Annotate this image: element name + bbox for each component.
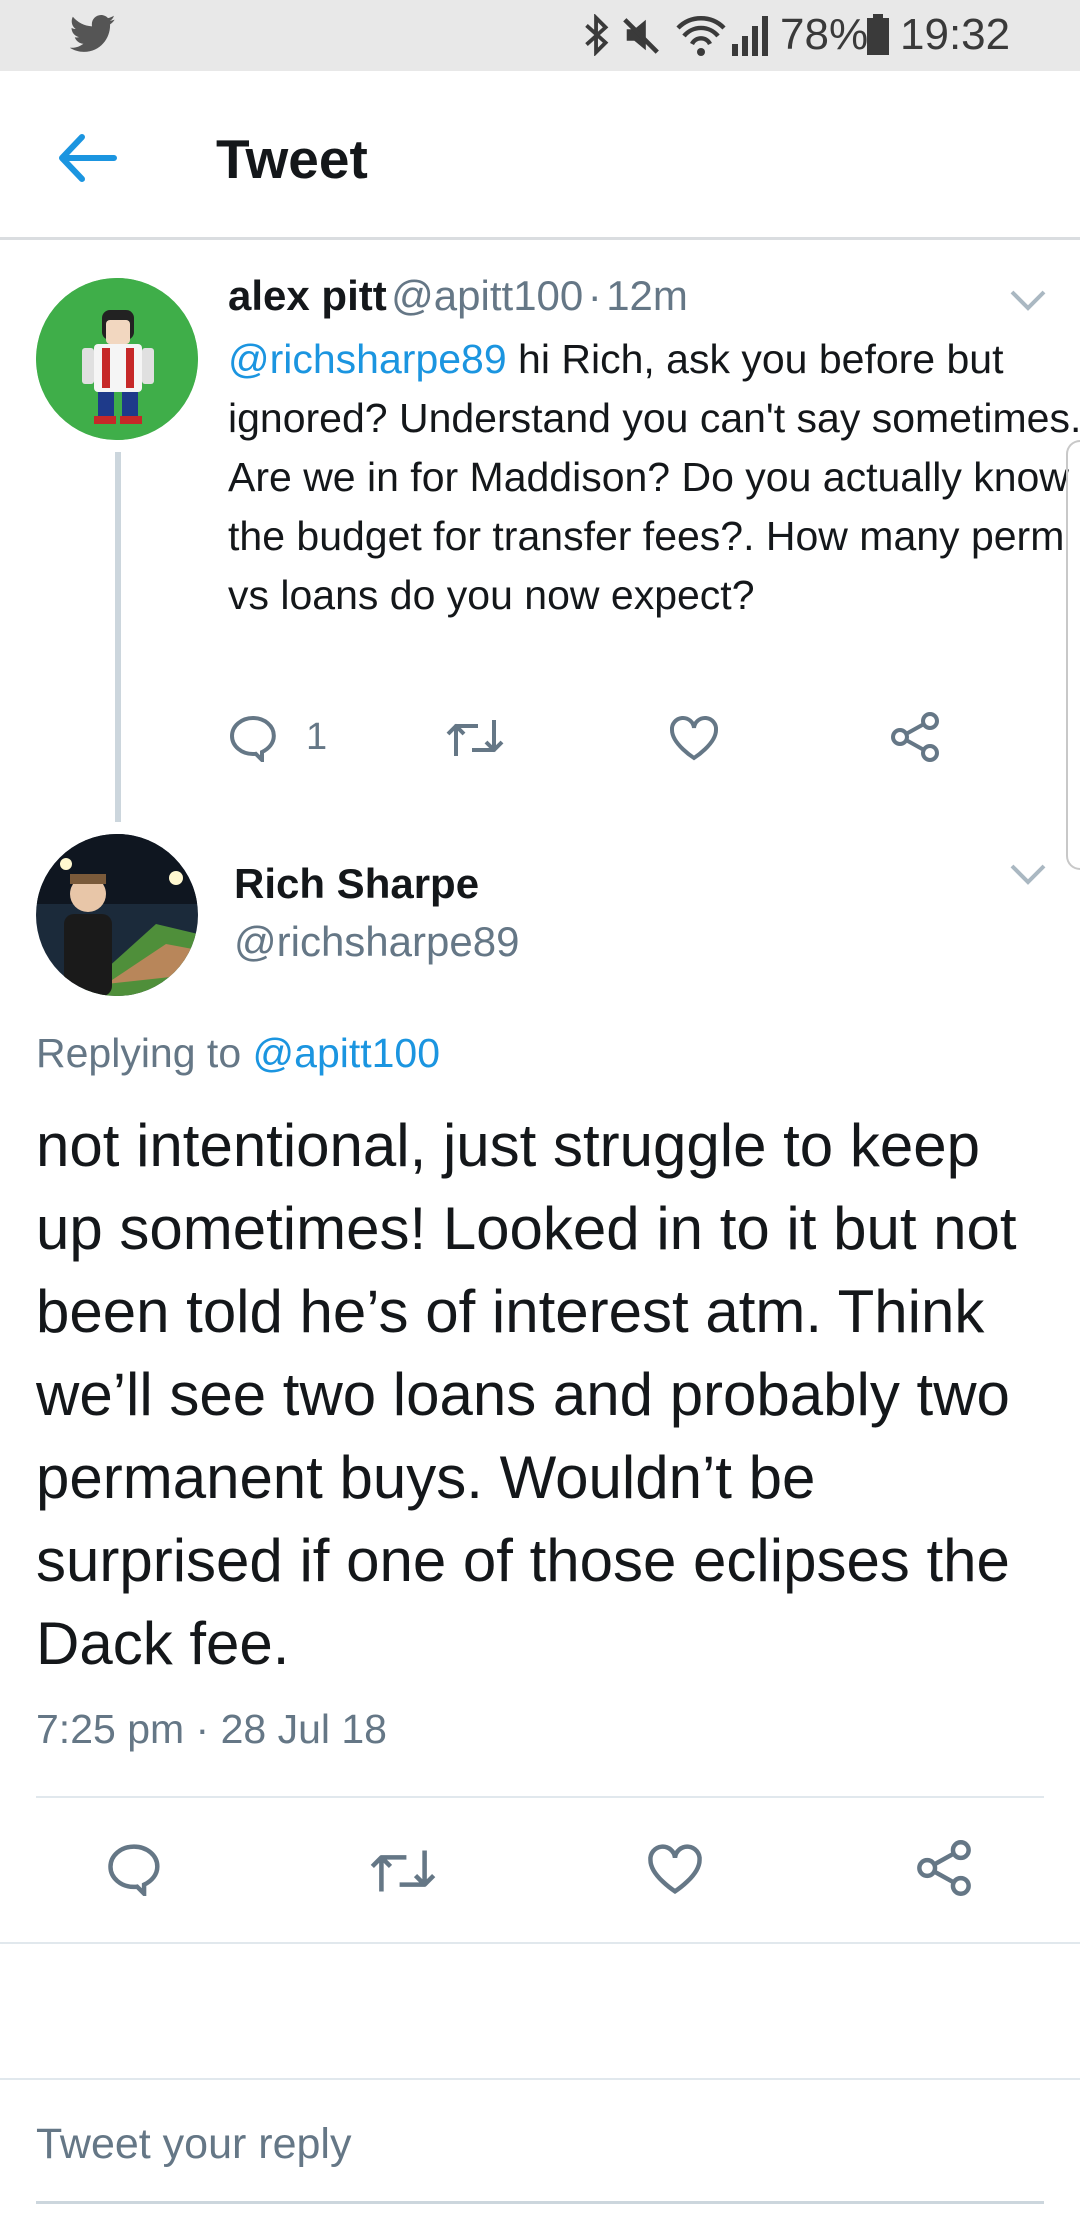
retweet-icon[interactable] — [370, 1846, 436, 1896]
top-app-bar: Tweet — [0, 71, 1080, 240]
thread-line — [115, 452, 121, 822]
like-icon[interactable] — [646, 1842, 704, 1896]
tweet-timestamp[interactable]: 7:25 pm · 28 Jul 18 — [36, 1706, 387, 1753]
avatar[interactable] — [36, 834, 198, 996]
tweet-body: not intentional, just struggle to keep u… — [36, 1112, 1017, 1677]
avatar[interactable] — [36, 278, 198, 440]
replying-to: Replying to @apitt100 — [36, 1030, 440, 1077]
tweet-meta: alex pitt @apitt100 · 12m — [228, 272, 688, 320]
retweet-icon[interactable] — [446, 716, 504, 760]
divider — [0, 2078, 1080, 2080]
status-bar: 78% 19:32 — [0, 0, 1080, 71]
divider — [0, 1942, 1080, 1944]
author-handle[interactable]: @richsharpe89 — [234, 918, 519, 966]
battery-percent: 78% — [780, 10, 869, 59]
divider — [36, 1796, 1044, 1798]
signal-icon — [730, 14, 770, 56]
meta-separator: · — [587, 272, 602, 319]
tweet-text: @richsharpe89 hi Rich, ask you before bu… — [228, 330, 1080, 625]
page-title: Tweet — [216, 128, 368, 190]
reply-placeholder: Tweet your reply — [36, 2120, 352, 2168]
chevron-down-icon[interactable] — [1010, 290, 1046, 312]
chevron-down-icon[interactable] — [1010, 864, 1046, 886]
reply-icon[interactable] — [106, 1842, 162, 1896]
mute-icon — [622, 14, 662, 56]
share-icon[interactable] — [890, 712, 940, 762]
parent-tweet[interactable]: alex pitt @apitt100 · 12m @richsharpe89 … — [0, 242, 1080, 832]
clock: 19:32 — [900, 10, 1011, 59]
author-handle[interactable]: @apitt100 — [391, 272, 583, 319]
wifi-icon — [676, 14, 726, 56]
tweet-time: 12m — [606, 272, 688, 319]
like-icon[interactable] — [668, 714, 720, 762]
replying-prefix: Replying to — [36, 1030, 253, 1076]
mention-link[interactable]: @richsharpe89 — [228, 336, 507, 382]
reply-count: 1 — [306, 716, 328, 758]
twitter-bird-icon — [70, 14, 116, 54]
author-name: alex pitt — [228, 272, 387, 319]
back-arrow-icon[interactable] — [58, 133, 118, 183]
main-tweet: Rich Sharpe @richsharpe89 Replying to @a… — [0, 832, 1080, 1942]
author-name: Rich Sharpe — [234, 860, 480, 907]
scrollbar[interactable] — [1066, 440, 1080, 870]
bluetooth-icon — [584, 14, 610, 56]
reply-icon[interactable] — [228, 714, 278, 762]
battery-icon — [866, 14, 890, 56]
reply-input[interactable]: Tweet your reply — [36, 2120, 1044, 2204]
replying-handle[interactable]: @apitt100 — [253, 1030, 441, 1076]
share-icon[interactable] — [916, 1840, 972, 1896]
